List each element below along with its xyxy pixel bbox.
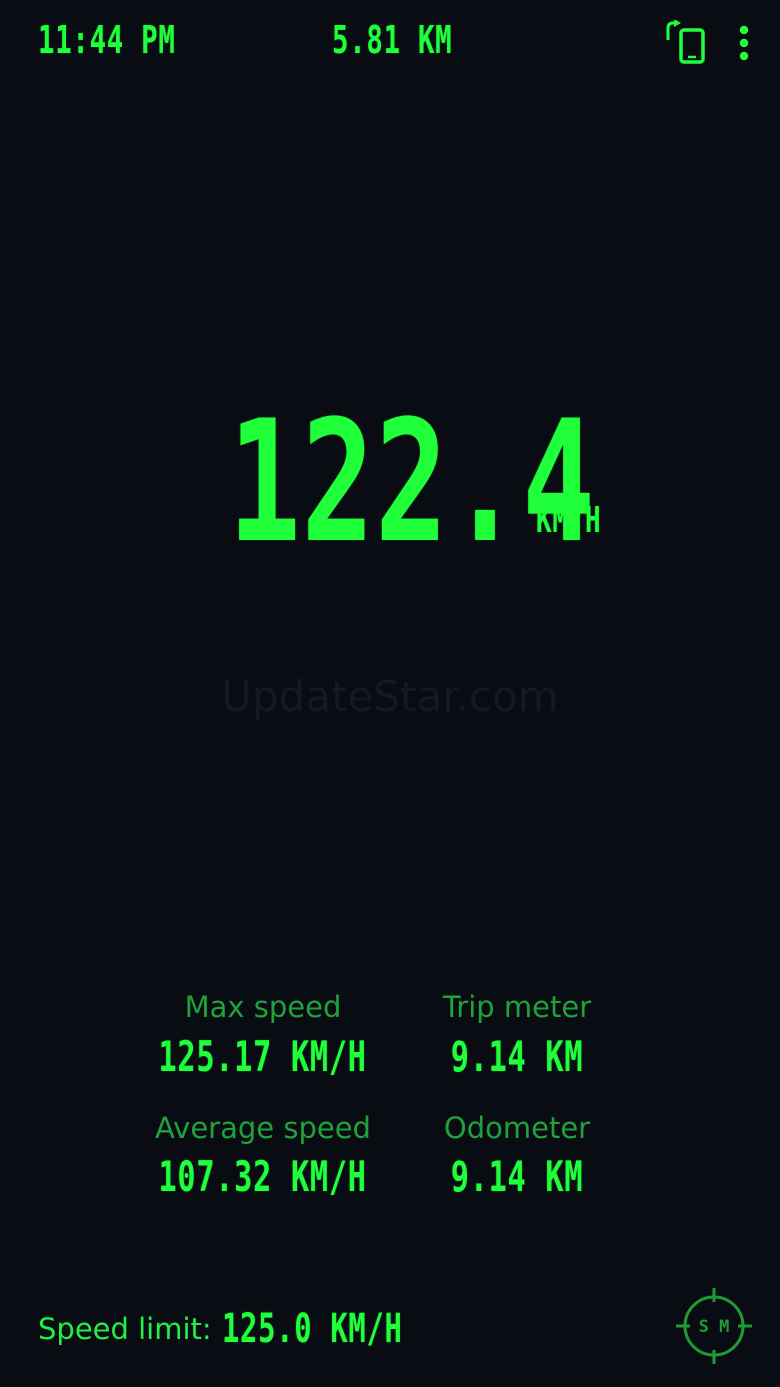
crosshair-mode-icon: S M — [676, 1288, 752, 1364]
rotate-screen-button[interactable] — [664, 19, 712, 68]
speed-limit-value[interactable]: 125.0 KM/H — [222, 1306, 473, 1352]
odometer-value: 9.14 KM — [367, 1152, 667, 1201]
mode-toggle-button[interactable]: S M — [674, 1286, 754, 1366]
speed-limit-label: Speed limit: — [38, 1312, 212, 1346]
header-distance: 5.81 KM — [332, 18, 499, 62]
overflow-menu-button[interactable] — [728, 20, 760, 68]
mode-text: S M — [699, 1317, 730, 1337]
odometer-label: Odometer — [443, 1111, 591, 1145]
clock-time-text: 11:44 PM — [38, 18, 176, 62]
max-speed-value-text: 125.17 KM/H — [158, 1032, 368, 1081]
trip-meter-value[interactable]: 9.14 KM — [367, 1032, 667, 1081]
clock-time: 11:44 PM — [38, 18, 229, 62]
more-vertical-icon — [739, 25, 749, 61]
trip-meter-label: Trip meter — [442, 990, 592, 1024]
header-distance-text: 5.81 KM — [332, 18, 453, 62]
speed-limit-value-text: 125.0 KM/H — [222, 1306, 403, 1352]
average-speed-value-text: 107.32 KM/H — [158, 1152, 368, 1201]
current-speed: 122.4 — [228, 398, 739, 566]
current-speed-unit: KM/H — [536, 500, 627, 541]
odometer-value-text: 9.14 KM — [450, 1152, 584, 1201]
rotate-screen-icon — [666, 19, 705, 64]
trip-meter-value-text: 9.14 KM — [450, 1032, 584, 1081]
watermark: UpdateStar.com — [221, 672, 559, 721]
current-speed-unit-text: KM/H — [536, 500, 602, 541]
